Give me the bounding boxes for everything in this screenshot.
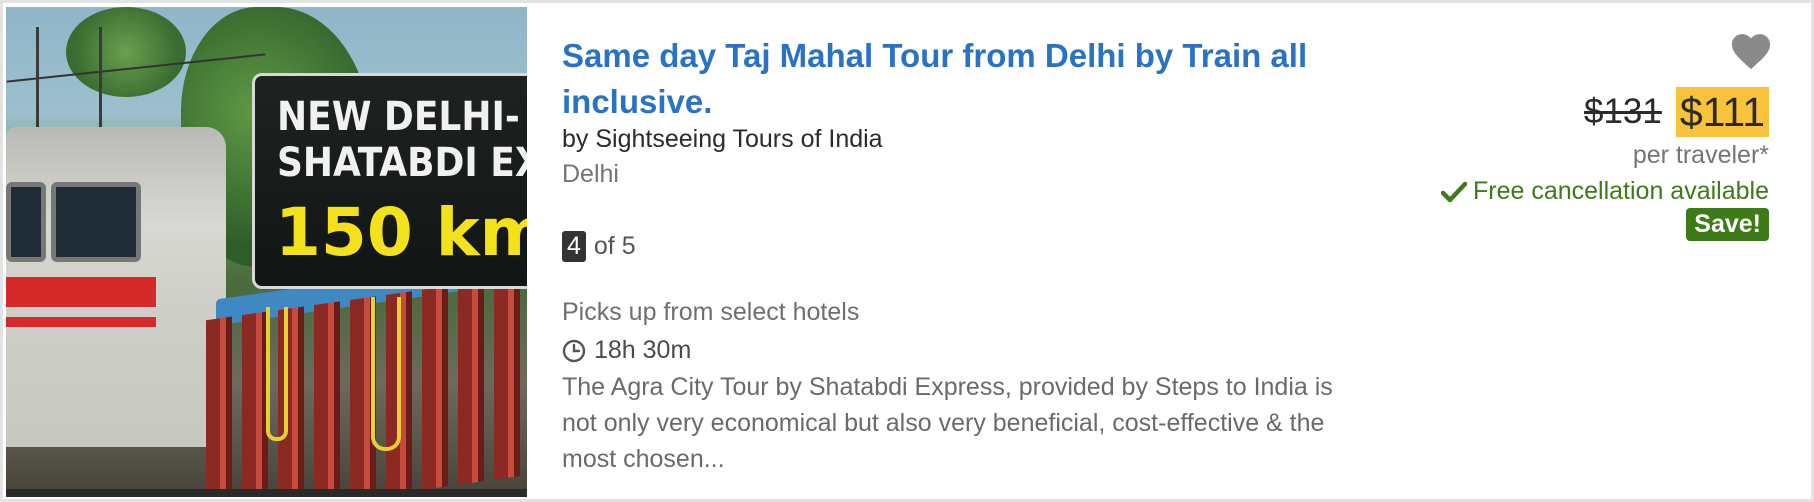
tour-listing-card[interactable]: NEW DELHI- BH SHATABDI EXP 150 km/ Same … [0,0,1814,502]
photo-sign-text: NEW DELHI- BH [277,94,527,140]
photo-sign: NEW DELHI- BH SHATABDI EXP 150 km/ [252,73,527,289]
check-icon [1440,181,1467,202]
rating: 4 of 5 [562,231,636,262]
price: $131 $111 [1584,87,1769,137]
duration-text: 18h 30m [594,336,692,364]
heart-icon[interactable] [1729,31,1773,71]
price-unit: per traveler* [1632,141,1769,169]
original-price: $131 [1584,92,1662,131]
tour-location: Delhi [562,160,619,188]
free-cancellation-text: Free cancellation available [1472,177,1769,205]
photo-locomotive-stripe [6,317,156,327]
photo-sign-text: SHATABDI EXP [277,140,527,186]
photo-rope [266,307,288,441]
photo-locomotive [6,127,226,447]
save-badge: Save! [1686,208,1769,241]
duration: 18h 30m [562,336,691,365]
free-cancellation: Free cancellation available [1440,177,1769,206]
photo-locomotive-stripe [6,277,156,307]
photo-sign-speed: 150 km/ [275,194,527,271]
photo-locomotive-window [51,182,141,262]
tour-title-link[interactable]: Same day Taj Mahal Tour from Delhi by Tr… [562,33,1342,125]
photo-locomotive-window [6,182,46,262]
sale-price: $111 [1675,87,1769,137]
clock-icon [562,339,586,362]
pickup-info: Picks up from select hotels [562,298,860,326]
rating-scale: of 5 [593,232,636,260]
rating-value: 4 [562,231,586,262]
tour-operator: by Sightseeing Tours of India [562,125,883,153]
photo-rope [371,297,401,451]
tour-photo[interactable]: NEW DELHI- BH SHATABDI EXP 150 km/ [6,7,527,497]
tour-description: The Agra City Tour by Shatabdi Express, … [562,373,1333,473]
